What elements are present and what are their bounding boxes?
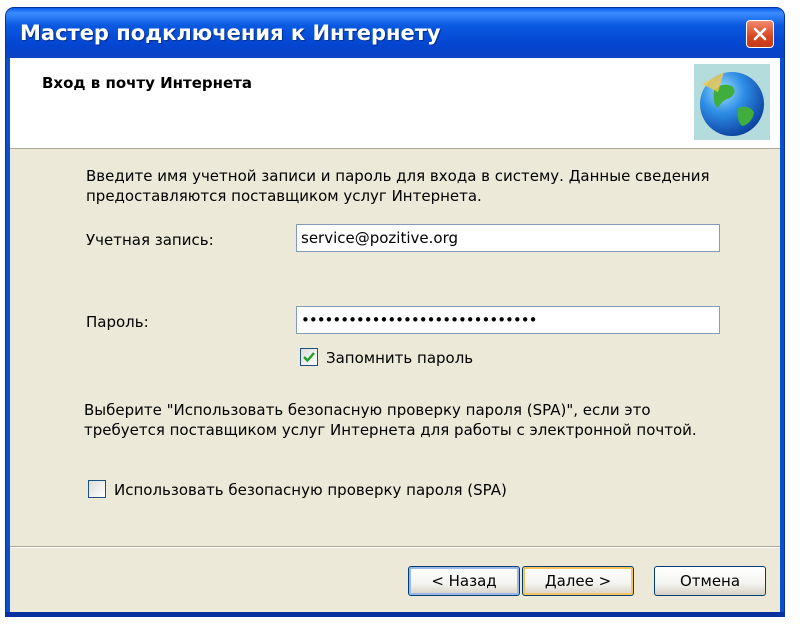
password-input[interactable]: •••••••••••••••••••••••••••••• bbox=[296, 306, 720, 334]
intro-line-2: предоставляются поставщиком услуг Интерн… bbox=[86, 187, 482, 205]
page-title: Вход в почту Интернета bbox=[42, 74, 252, 92]
wizard-body: Вход в почту Интернета Введите имя учетн… bbox=[10, 58, 780, 612]
spa-info-line-2: требуется поставщиком услуг Интернета дл… bbox=[84, 421, 697, 439]
button-separator bbox=[10, 546, 780, 548]
remember-password-label[interactable]: Запомнить пароль bbox=[326, 348, 473, 368]
intro-line-1: Введите имя учетной записи и пароль для … bbox=[86, 167, 710, 185]
account-input[interactable]: service@pozitive.org bbox=[296, 224, 720, 252]
back-button[interactable]: < Назад bbox=[408, 566, 520, 596]
password-label: Пароль: bbox=[86, 313, 149, 331]
account-label: Учетная запись: bbox=[86, 231, 214, 249]
close-button[interactable] bbox=[746, 20, 774, 48]
spa-checkbox-label[interactable]: Использовать безопасную проверку пароля … bbox=[114, 480, 507, 500]
spa-info-line-1: Выберите "Использовать безопасную провер… bbox=[84, 401, 651, 419]
wizard-header: Вход в почту Интернета bbox=[10, 58, 780, 149]
cancel-button[interactable]: Отмена bbox=[654, 566, 766, 596]
title-bar[interactable]: Мастер подключения к Интернету bbox=[6, 8, 784, 58]
check-icon bbox=[303, 352, 315, 363]
next-button[interactable]: Далее > bbox=[522, 566, 634, 596]
close-icon bbox=[753, 27, 767, 41]
window-frame-bottom bbox=[6, 612, 784, 616]
remember-password-checkbox[interactable] bbox=[300, 348, 318, 366]
spa-checkbox[interactable] bbox=[88, 480, 106, 498]
window-title: Мастер подключения к Интернету bbox=[20, 21, 441, 45]
wizard-window: Мастер подключения к Интернету Вход в по… bbox=[6, 8, 784, 616]
globe-icon bbox=[694, 64, 770, 140]
